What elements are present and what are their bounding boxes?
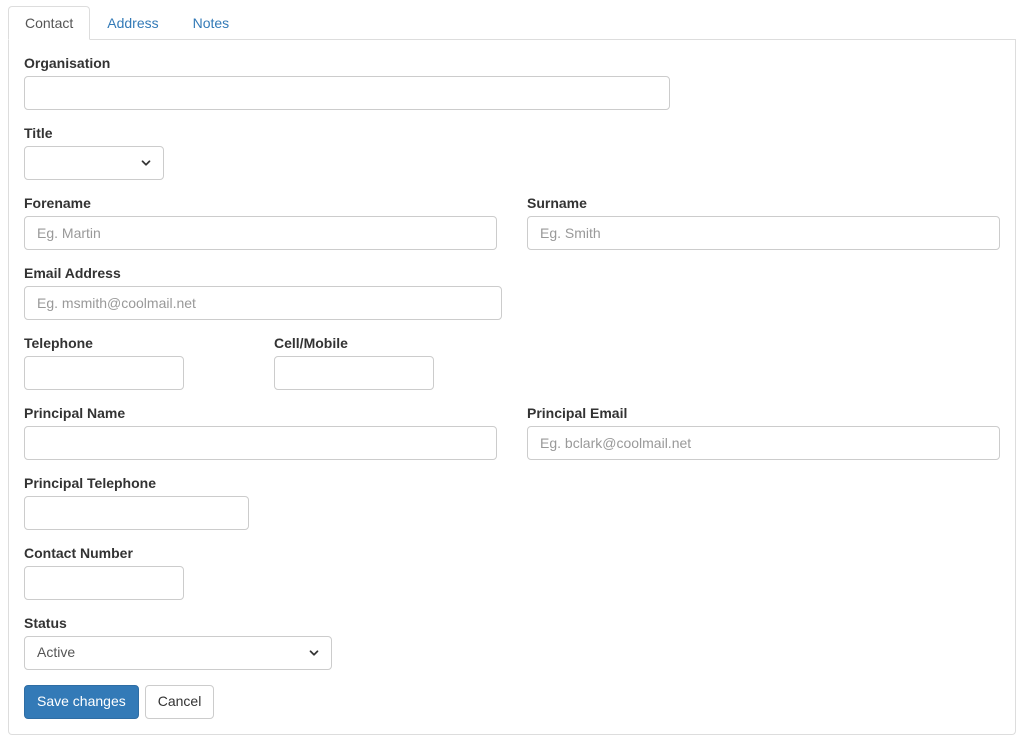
tab-address[interactable]: Address (90, 6, 175, 40)
cellmobile-label: Cell/Mobile (274, 335, 434, 351)
telephone-input[interactable] (24, 356, 184, 390)
button-row: Save changes Cancel (24, 685, 1000, 719)
title-select[interactable] (24, 146, 164, 180)
cancel-button[interactable]: Cancel (145, 685, 215, 719)
principal-email-label: Principal Email (527, 405, 1000, 421)
organisation-label: Organisation (24, 55, 1000, 71)
status-label: Status (24, 615, 1000, 631)
tab-notes[interactable]: Notes (176, 6, 247, 40)
email-label: Email Address (24, 265, 1000, 281)
contact-number-input[interactable] (24, 566, 184, 600)
contact-form-panel: Organisation Title Forename Surname Emai… (8, 40, 1016, 735)
principal-email-input[interactable] (527, 426, 1000, 460)
email-input[interactable] (24, 286, 502, 320)
contact-number-label: Contact Number (24, 545, 1000, 561)
organisation-input[interactable] (24, 76, 670, 110)
tab-contact[interactable]: Contact (8, 6, 90, 40)
surname-input[interactable] (527, 216, 1000, 250)
cellmobile-input[interactable] (274, 356, 434, 390)
principal-name-input[interactable] (24, 426, 497, 460)
status-select[interactable]: Active (24, 636, 332, 670)
principal-name-label: Principal Name (24, 405, 497, 421)
principal-telephone-label: Principal Telephone (24, 475, 1000, 491)
save-button[interactable]: Save changes (24, 685, 139, 719)
principal-telephone-input[interactable] (24, 496, 249, 530)
tab-bar: Contact Address Notes (8, 6, 1016, 40)
telephone-label: Telephone (24, 335, 184, 351)
forename-label: Forename (24, 195, 497, 211)
title-label: Title (24, 125, 1000, 141)
forename-input[interactable] (24, 216, 497, 250)
surname-label: Surname (527, 195, 1000, 211)
